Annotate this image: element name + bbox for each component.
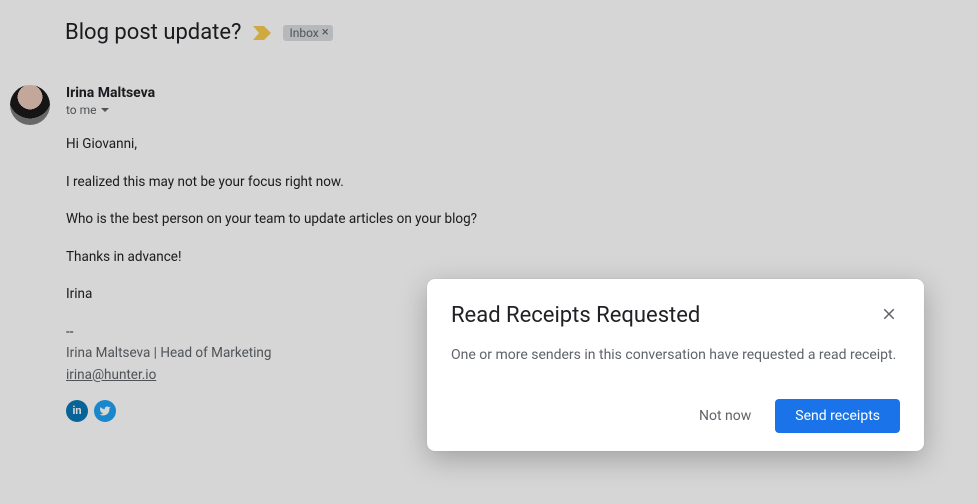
send-receipts-button[interactable]: Send receipts [775, 399, 900, 433]
dialog-title: Read Receipts Requested [451, 303, 700, 328]
dialog-header: Read Receipts Requested [451, 303, 900, 329]
close-icon [880, 305, 898, 323]
read-receipts-dialog: Read Receipts Requested One or more send… [427, 279, 924, 451]
close-button[interactable] [878, 303, 900, 329]
dialog-body-text: One or more senders in this conversation… [451, 345, 900, 365]
not-now-button[interactable]: Not now [695, 400, 755, 432]
dialog-actions: Not now Send receipts [451, 399, 900, 433]
